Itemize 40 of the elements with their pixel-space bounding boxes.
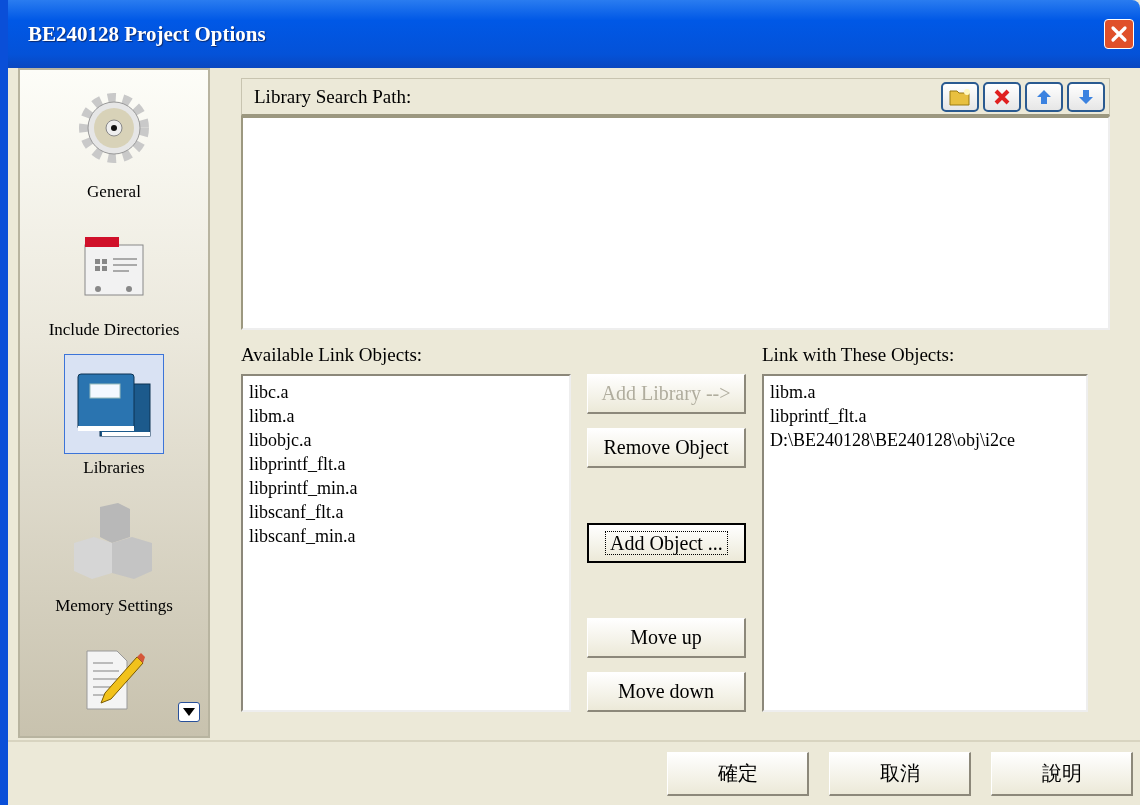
action-button[interactable]: Move down: [587, 672, 746, 712]
gear-icon: [76, 90, 152, 166]
list-item[interactable]: libprintf_min.a: [249, 476, 563, 500]
dialog-button[interactable]: 說明: [991, 751, 1133, 796]
arrow-down-icon: [1078, 88, 1094, 105]
linked-objects-label: Link with These Objects:: [762, 344, 956, 366]
caret-down-icon: [183, 708, 195, 716]
document-icon: [83, 235, 145, 297]
available-objects-list[interactable]: libc.a libm.a libobjc.a libprintf_flt.a libprintf_min.a libscanf_flt.a libscanf_min.a: [241, 374, 571, 712]
dialog-button[interactable]: 確定: [667, 751, 809, 796]
dialog-button[interactable]: 取消: [829, 751, 971, 796]
list-item[interactable]: libscanf_min.a: [249, 524, 563, 548]
document-pencil-icon: [83, 649, 145, 711]
sidebar-item[interactable]: Include Directories: [48, 216, 180, 340]
search-path-label: Library Search Path:: [254, 85, 412, 108]
list-item[interactable]: libprintf_flt.a: [770, 404, 1080, 428]
scroll-down-button[interactable]: [178, 702, 200, 722]
list-item[interactable]: libprintf_flt.a: [249, 452, 563, 476]
new-folder-button[interactable]: [941, 81, 979, 112]
sidebar-item[interactable]: Memory Settings: [55, 492, 173, 616]
list-item[interactable]: libscanf_flt.a: [249, 500, 563, 524]
list-item[interactable]: libc.a: [249, 380, 563, 404]
move-up-button[interactable]: [1025, 81, 1063, 112]
list-item[interactable]: libm.a: [249, 404, 563, 428]
action-button[interactable]: Add Object ...: [587, 523, 746, 563]
delete-icon: [993, 87, 1011, 106]
linked-objects-list[interactable]: libm.a libprintf_flt.a D:\BE240128\BE240128\obj\i2ce: [762, 374, 1088, 712]
arrow-up-icon: [1036, 88, 1052, 105]
delete-button[interactable]: [983, 81, 1021, 112]
available-objects-label: Available Link Objects:: [241, 344, 424, 366]
list-item[interactable]: libobjc.a: [249, 428, 563, 452]
list-item[interactable]: D:\BE240128\BE240128\obj\i2ce: [770, 428, 1080, 452]
sidebar-item[interactable]: General: [64, 78, 164, 202]
folder-icon: [949, 87, 971, 106]
action-button[interactable]: Remove Object: [587, 428, 746, 468]
window-title: BE240128 Project Options: [28, 21, 266, 47]
action-button[interactable]: Move up: [587, 618, 746, 658]
close-button[interactable]: [1104, 19, 1134, 49]
list-item[interactable]: libm.a: [770, 380, 1080, 404]
move-down-button[interactable]: [1067, 81, 1105, 112]
